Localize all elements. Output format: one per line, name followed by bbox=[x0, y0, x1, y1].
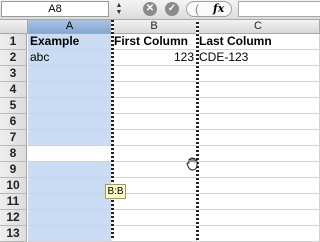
cell-b12[interactable] bbox=[112, 210, 197, 226]
up-down-arrows-icon[interactable]: ▲ ▼ bbox=[114, 2, 124, 16]
formula-bar: A8 ▲ ▼ ✕ ✓ ( fx bbox=[0, 0, 320, 20]
cell-c10[interactable] bbox=[197, 178, 320, 194]
cell-a12[interactable] bbox=[28, 210, 112, 226]
cell-a4[interactable] bbox=[28, 82, 112, 98]
row-header-4[interactable]: 4 bbox=[0, 82, 27, 98]
cell-a5[interactable] bbox=[28, 98, 112, 114]
cell-c8[interactable] bbox=[197, 146, 320, 162]
row-header-1[interactable]: 1 bbox=[0, 34, 27, 50]
cell-a1[interactable]: Example bbox=[28, 34, 112, 50]
cell-c6[interactable] bbox=[197, 114, 320, 130]
cell-a8[interactable] bbox=[28, 146, 112, 162]
row-header-7[interactable]: 7 bbox=[0, 130, 27, 146]
cell-c4[interactable] bbox=[197, 82, 320, 98]
copy-marquee-left bbox=[111, 20, 114, 240]
column-header-a[interactable]: A bbox=[28, 20, 112, 34]
select-all-corner[interactable] bbox=[0, 20, 28, 34]
row-header-6[interactable]: 6 bbox=[0, 114, 27, 130]
cell-b5[interactable] bbox=[112, 98, 197, 114]
cell-c11[interactable] bbox=[197, 194, 320, 210]
cell-c2[interactable]: CDE-123 bbox=[197, 50, 320, 66]
cell-c9[interactable] bbox=[197, 162, 320, 178]
cancel-x-icon[interactable]: ✕ bbox=[143, 2, 157, 16]
row-header-2[interactable]: 2 bbox=[0, 50, 27, 66]
name-box[interactable]: A8 bbox=[1, 1, 109, 17]
row-header-12[interactable]: 12 bbox=[0, 210, 27, 226]
formula-input[interactable] bbox=[238, 1, 320, 17]
row-header-11[interactable]: 11 bbox=[0, 194, 27, 210]
cell-b4[interactable] bbox=[112, 82, 197, 98]
cell-b3[interactable] bbox=[112, 66, 197, 82]
cell-c3[interactable] bbox=[197, 66, 320, 82]
cell-a7[interactable] bbox=[28, 130, 112, 146]
column-header-c[interactable]: C bbox=[197, 20, 320, 34]
row-header-8[interactable]: 8 bbox=[0, 146, 27, 162]
cell-a11[interactable] bbox=[28, 194, 112, 210]
cell-a2[interactable]: abc bbox=[28, 50, 112, 66]
row-header-9[interactable]: 9 bbox=[0, 162, 27, 178]
cell-c7[interactable] bbox=[197, 130, 320, 146]
cell-b6[interactable] bbox=[112, 114, 197, 130]
cell-a10[interactable] bbox=[28, 178, 112, 194]
cell-a9[interactable] bbox=[28, 162, 112, 178]
column-header-b[interactable]: B bbox=[112, 20, 197, 34]
cell-b9[interactable] bbox=[112, 162, 197, 178]
copy-marquee-right bbox=[196, 20, 199, 240]
drag-tooltip: B:B bbox=[105, 184, 126, 199]
cell-b7[interactable] bbox=[112, 130, 197, 146]
cell-c5[interactable] bbox=[197, 98, 320, 114]
fx-icon: fx bbox=[213, 2, 225, 15]
insert-function-button[interactable]: ( fx bbox=[186, 1, 232, 17]
row-header-5[interactable]: 5 bbox=[0, 98, 27, 114]
paren-icon: ( bbox=[195, 2, 199, 16]
accept-check-icon[interactable]: ✓ bbox=[165, 2, 179, 16]
cell-c12[interactable] bbox=[197, 210, 320, 226]
cell-b8[interactable] bbox=[112, 146, 197, 162]
row-header-3[interactable]: 3 bbox=[0, 66, 27, 82]
grab-hand-icon bbox=[186, 157, 198, 171]
row-header-10[interactable]: 10 bbox=[0, 178, 27, 194]
cell-b1[interactable]: First Column bbox=[112, 34, 197, 50]
cell-a3[interactable] bbox=[28, 66, 112, 82]
cell-a6[interactable] bbox=[28, 114, 112, 130]
cell-c1[interactable]: Last Column bbox=[197, 34, 320, 50]
cell-b2[interactable]: 123 bbox=[112, 50, 197, 66]
